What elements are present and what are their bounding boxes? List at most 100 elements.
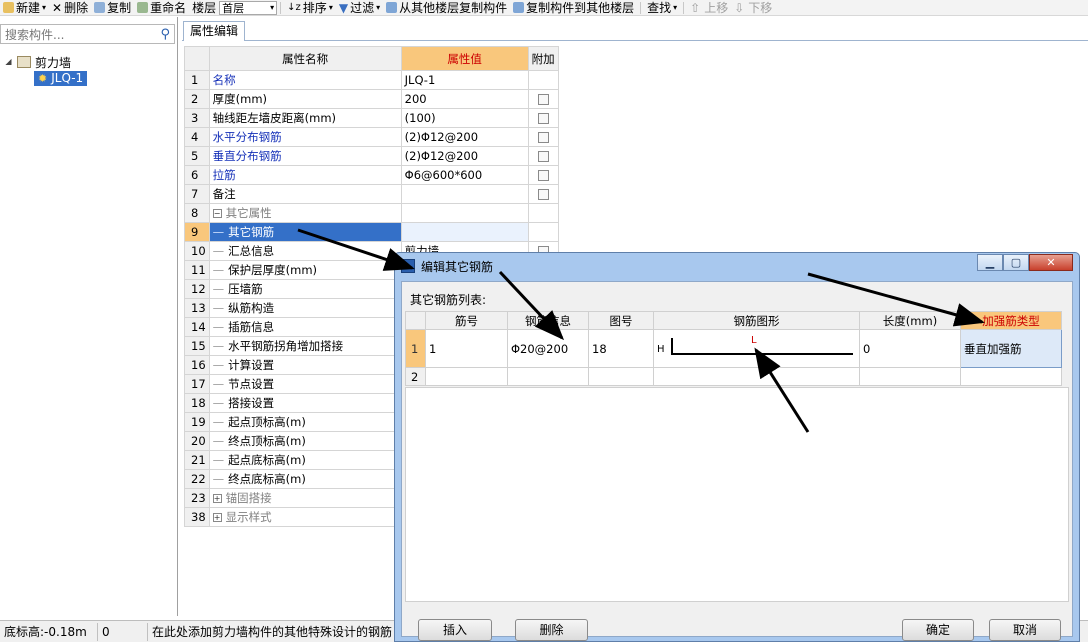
arrow-up-icon: ⇧ xyxy=(690,0,701,15)
header-name: 属性名称 xyxy=(208,46,402,71)
sort-icon: ↓z xyxy=(287,2,301,13)
header-bar-no: 筋号 xyxy=(425,311,508,330)
delete-button[interactable]: ✕ 删除 xyxy=(49,0,91,16)
collapse-icon[interactable]: ◢ xyxy=(4,57,13,67)
arrow-down-icon: ⇩ xyxy=(734,0,745,15)
rebar-table-header: 筋号 钢筋信息 图号 钢筋图形 长度(mm) 加强筋类型 xyxy=(405,311,1062,330)
grid-header: 属性名称 属性值 附加 xyxy=(184,46,559,71)
search-icon[interactable]: ⚲ xyxy=(160,27,170,42)
header-fig-no: 图号 xyxy=(588,311,654,330)
table-row[interactable]: 2 xyxy=(405,367,1062,386)
ok-button[interactable]: 确定 xyxy=(902,619,974,641)
table-row[interactable]: 1 名称 JLQ-1 xyxy=(184,70,559,90)
tab-property-edit[interactable]: 属性编辑 xyxy=(183,21,246,41)
delete-button[interactable]: 删除 xyxy=(515,619,588,641)
dialog-title: 编辑其它钢筋 xyxy=(421,259,494,274)
editor-tabstrip: 属性编辑 xyxy=(182,19,1088,41)
bar-shape-cell[interactable]: H L xyxy=(653,329,860,368)
edit-other-rebar-dialog: 编辑其它钢筋 ▁ ▢ ✕ 其它钢筋列表: 筋号 钢筋信息 图号 钢筋图形 长度(… xyxy=(394,252,1080,642)
extra-checkbox[interactable] xyxy=(537,151,549,162)
copy-from-floor-icon xyxy=(386,2,398,13)
delete-icon: ✕ xyxy=(52,0,63,15)
search-input[interactable]: 搜索构件... xyxy=(5,26,64,43)
component-panel: 搜索构件... ⚲ ◢ 剪力墙 ✹ JLQ-1 xyxy=(0,17,178,616)
toolbar: 新建 ▾ ✕ 删除 复制 重命名 楼层 首层 ▾ ↓z 排序 ▾ ▼ 过滤 ▾ 从其他楼层复制… xyxy=(0,0,1088,16)
bar-shape: H L xyxy=(657,334,853,364)
move-up-button[interactable]: ⇧ 上移 xyxy=(687,0,731,16)
header-length: 长度(mm) xyxy=(859,311,961,330)
table-row[interactable]: 8− 其它属性 xyxy=(184,203,559,223)
table-row[interactable]: 4 水平分布钢筋 (2)Φ12@200 xyxy=(184,127,559,147)
extra-checkbox[interactable] xyxy=(537,132,549,143)
header-corner xyxy=(184,46,210,71)
tree-node-shear-wall[interactable]: ◢ 剪力墙 xyxy=(4,54,87,70)
table-row[interactable]: 1 1 Φ20@200 18 H L 0 垂直加强筋 xyxy=(405,329,1062,368)
shape-vertical-line xyxy=(671,337,673,354)
copy-to-floor-icon xyxy=(513,2,525,13)
folder-icon xyxy=(17,56,31,68)
new-icon xyxy=(3,2,14,13)
maximize-button[interactable]: ▢ xyxy=(1003,254,1029,271)
rebar-table: 筋号 钢筋信息 图号 钢筋图形 长度(mm) 加强筋类型 1 1 Φ20@200… xyxy=(405,311,1062,386)
dialog-titlebar[interactable]: 编辑其它钢筋 ▁ ▢ ✕ xyxy=(395,253,1079,279)
filter-button[interactable]: ▼ 过滤 ▾ xyxy=(336,0,383,16)
separator xyxy=(640,1,642,14)
copy-from-other-floor-button[interactable]: 从其他楼层复制构件 xyxy=(383,0,510,16)
table-row[interactable]: 5 垂直分布钢筋 (2)Φ12@200 xyxy=(184,146,559,166)
header-bar-shape: 钢筋图形 xyxy=(653,311,860,330)
find-button[interactable]: 查找 ▾ xyxy=(644,0,680,16)
shape-horizontal-line xyxy=(671,352,853,355)
expand-icon[interactable]: + xyxy=(212,513,222,522)
floor-label: 楼层 xyxy=(192,1,217,15)
tree-node-jlq1[interactable]: ✹ JLQ-1 xyxy=(34,70,88,86)
component-icon: ✹ xyxy=(38,71,48,85)
dialog-body: 其它钢筋列表: 筋号 钢筋信息 图号 钢筋图形 长度(mm) 加强筋类型 1 1… xyxy=(401,281,1073,641)
table-row[interactable]: 7 备注 xyxy=(184,184,559,204)
empty-table-area xyxy=(405,387,1069,602)
chevron-down-icon: ▾ xyxy=(42,3,47,12)
window-controls: ▁ ▢ ✕ xyxy=(977,254,1073,271)
component-tree: ◢ 剪力墙 ✹ JLQ-1 xyxy=(4,54,88,86)
search-box[interactable]: 搜索构件... ⚲ xyxy=(0,24,175,44)
header-extra: 附加 xyxy=(527,46,559,71)
chevron-down-icon: ▾ xyxy=(328,3,333,12)
floor-select[interactable]: 首层 ▾ xyxy=(219,0,278,15)
copy-to-other-floor-button[interactable]: 复制构件到其他楼层 xyxy=(510,0,637,16)
table-row[interactable]: 2 厚度(mm) 200 xyxy=(184,89,559,109)
extra-checkbox[interactable] xyxy=(537,170,549,181)
insert-button[interactable]: 插入 xyxy=(418,619,492,641)
chevron-down-icon: ▾ xyxy=(270,3,275,12)
status-bottom-elevation: 底标高:-0.18m xyxy=(0,622,98,641)
separator xyxy=(683,1,685,14)
extra-checkbox[interactable] xyxy=(537,113,549,124)
cancel-button[interactable]: 取消 xyxy=(989,619,1061,641)
expand-icon[interactable]: + xyxy=(212,494,222,503)
header-type: 加强筋类型 xyxy=(960,311,1062,330)
separator xyxy=(280,1,282,14)
status-hint: 在此处添加剪力墙构件的其他特殊设计的钢筋 xyxy=(152,624,393,639)
rename-icon xyxy=(137,2,149,13)
table-row[interactable]: 6 拉筋 Φ6@600*600 xyxy=(184,165,559,185)
header-bar-info: 钢筋信息 xyxy=(507,311,589,330)
new-button[interactable]: 新建 ▾ xyxy=(0,0,49,16)
shape-l-label: L xyxy=(751,334,757,346)
shape-h-label: H xyxy=(657,343,665,355)
chevron-down-icon: ▾ xyxy=(376,3,381,12)
header-value: 属性值 xyxy=(400,46,529,71)
table-row[interactable]: 3 轴线距左墙皮距离(mm) (100) xyxy=(184,108,559,128)
table-row-selected[interactable]: 9— 其它钢筋 xyxy=(184,222,559,242)
rebar-list-label: 其它钢筋列表: xyxy=(410,293,487,307)
app-icon xyxy=(401,259,415,273)
rename-button[interactable]: 重命名 xyxy=(134,0,189,16)
sort-button[interactable]: ↓z 排序 ▾ xyxy=(284,0,336,16)
extra-checkbox[interactable] xyxy=(537,94,549,105)
collapse-icon[interactable]: − xyxy=(212,209,222,218)
move-down-button[interactable]: ⇩ 下移 xyxy=(731,0,775,16)
copy-button[interactable]: 复制 xyxy=(91,0,134,16)
tree-node-selected[interactable]: ✹ JLQ-1 xyxy=(34,70,88,86)
status-value: 0 xyxy=(98,622,148,641)
filter-icon: ▼ xyxy=(338,0,349,15)
close-button[interactable]: ✕ xyxy=(1029,254,1073,271)
extra-checkbox[interactable] xyxy=(537,189,549,200)
minimize-button[interactable]: ▁ xyxy=(977,254,1003,271)
